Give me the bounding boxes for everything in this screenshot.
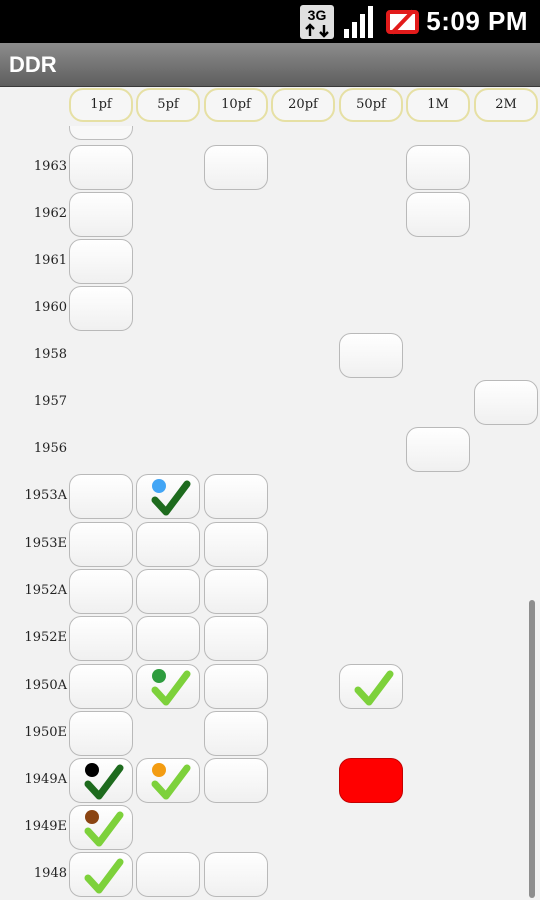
coin-cell-1950a-1pf[interactable] — [69, 664, 133, 709]
coin-cell-1952e-5pf[interactable] — [136, 616, 200, 661]
row-label-1958: 1958 — [33, 347, 67, 362]
coin-cell-1950a-5pf[interactable] — [136, 664, 200, 709]
column-header-10pf[interactable]: 10pf — [204, 88, 268, 122]
coin-cell-1958-50pf[interactable] — [339, 333, 403, 378]
coin-cell-1953a-10pf[interactable] — [204, 474, 268, 519]
row-label-1963: 1963 — [33, 159, 67, 174]
row-label-1953e: 1953E — [24, 536, 67, 551]
coin-cell-1952e-10pf[interactable] — [204, 616, 268, 661]
coin-cell-1961-1pf[interactable] — [69, 239, 133, 284]
signal-strength-icon — [344, 6, 373, 38]
row-label-1950e: 1950E — [24, 725, 67, 740]
coin-cell-1949a-1pf[interactable] — [69, 758, 133, 803]
app-title: DDR — [9, 52, 57, 77]
coin-cell-1950a-50pf[interactable] — [339, 664, 403, 709]
coin-cell-1952a-5pf[interactable] — [136, 569, 200, 614]
row-label-1948: 1948 — [33, 866, 67, 881]
coin-cell-1953e-10pf[interactable] — [204, 522, 268, 567]
coin-cell-1950a-10pf[interactable] — [204, 664, 268, 709]
row-label-1953a: 1953A — [24, 488, 67, 503]
column-headers: 1pf 5pf 10pf 20pf 50pf 1M 2M — [0, 88, 540, 126]
coin-cell-1956-1m[interactable] — [406, 427, 470, 472]
coin-cell-1950e-1pf[interactable] — [69, 711, 133, 756]
coin-cell-1963-1m[interactable] — [406, 145, 470, 190]
column-header-1pf[interactable]: 1pf — [69, 88, 133, 122]
row-label-1962: 1962 — [33, 206, 67, 221]
mint-mark-dot-icon — [85, 810, 99, 824]
column-header-20pf[interactable]: 20pf — [271, 88, 335, 122]
coin-cell-1952a-10pf[interactable] — [204, 569, 268, 614]
column-header-50pf[interactable]: 50pf — [339, 88, 403, 122]
mint-mark-dot-icon — [152, 763, 166, 777]
coin-cell-1957-2m[interactable] — [474, 380, 538, 425]
coin-cell-1953e-1pf[interactable] — [69, 522, 133, 567]
coin-cell-1949a-50pf[interactable] — [339, 758, 403, 803]
coin-cell-1953a-1pf[interactable] — [69, 474, 133, 519]
sync-off-icon — [386, 9, 419, 35]
coin-cell-1952a-1pf[interactable] — [69, 569, 133, 614]
coin-cell-1963-1pf[interactable] — [69, 145, 133, 190]
row-label-1960: 1960 — [33, 300, 67, 315]
coin-cell-1950e-10pf[interactable] — [204, 711, 268, 756]
app-title-bar: DDR — [0, 43, 540, 87]
column-header-5pf[interactable]: 5pf — [136, 88, 200, 122]
status-bar: 3G 5:09 PM — [0, 0, 540, 43]
row-label-1950a: 1950A — [24, 678, 67, 693]
clock: 5:09 PM — [426, 6, 528, 36]
row-label-1957: 1957 — [33, 394, 67, 409]
svg-text:3G: 3G — [308, 7, 327, 23]
cell-partial-top — [69, 126, 133, 140]
coin-cell-1949a-10pf[interactable] — [204, 758, 268, 803]
row-label-1952a: 1952A — [24, 583, 67, 598]
mint-mark-dot-icon — [152, 479, 166, 493]
checkmark-icon — [354, 670, 394, 706]
coin-cell-1949a-5pf[interactable] — [136, 758, 200, 803]
coin-cell-1953a-5pf[interactable] — [136, 474, 200, 519]
mint-mark-dot-icon — [85, 763, 99, 777]
coin-cell-1952e-1pf[interactable] — [69, 616, 133, 661]
row-label-1956: 1956 — [33, 441, 67, 456]
row-label-1952e: 1952E — [24, 630, 67, 645]
coin-cell-1948-5pf[interactable] — [136, 852, 200, 897]
row-label-1961: 1961 — [33, 253, 67, 268]
coin-cell-1948-10pf[interactable] — [204, 852, 268, 897]
coin-cell-1953e-5pf[interactable] — [136, 522, 200, 567]
column-header-1m[interactable]: 1M — [406, 88, 470, 122]
coin-cell-1962-1m[interactable] — [406, 192, 470, 237]
row-label-1949a: 1949A — [24, 772, 67, 787]
mint-mark-dot-icon — [152, 669, 166, 683]
vertical-scrollbar[interactable] — [529, 600, 535, 898]
coin-cell-1949e-1pf[interactable] — [69, 805, 133, 850]
network-3g-icon: 3G — [300, 5, 334, 39]
coin-cell-1962-1pf[interactable] — [69, 192, 133, 237]
row-label-1949e: 1949E — [24, 819, 67, 834]
column-header-2m[interactable]: 2M — [474, 88, 538, 122]
checkmark-icon — [84, 858, 124, 894]
coin-cell-1960-1pf[interactable] — [69, 286, 133, 331]
coin-cell-1948-1pf[interactable] — [69, 852, 133, 897]
coin-cell-1963-10pf[interactable] — [204, 145, 268, 190]
